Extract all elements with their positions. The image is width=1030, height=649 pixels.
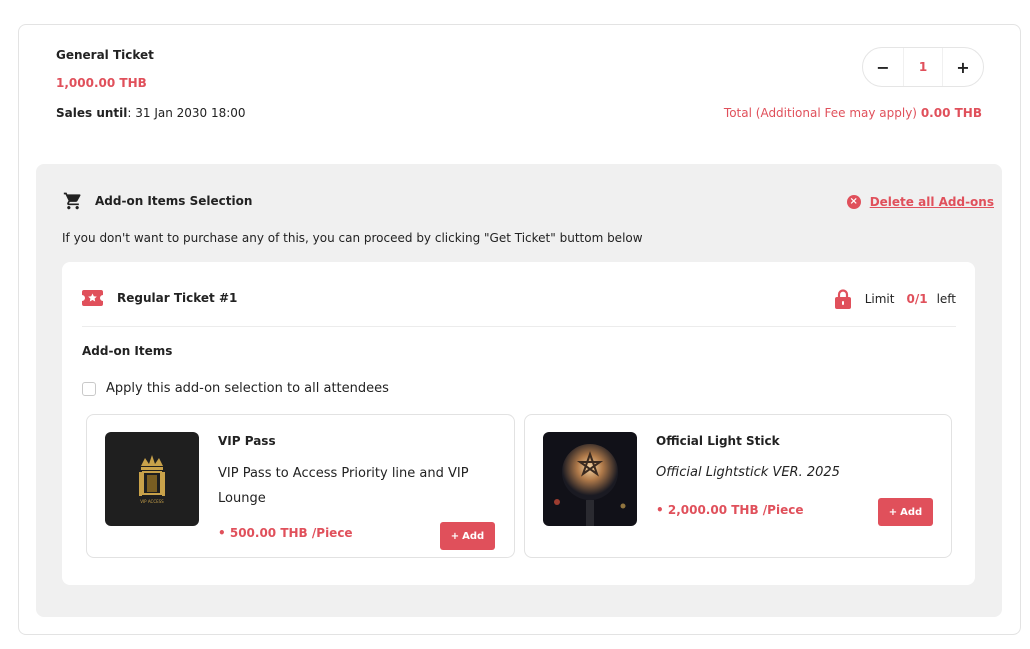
total-amount: Total (Additional Fee may apply) 0.00 TH… [724,106,982,120]
add-label: Add [900,506,923,518]
ticket-icon [82,290,103,306]
limit-indicator: Limit 0/1 left [834,289,956,309]
addon-title: Add-on Items Selection [95,194,253,208]
addon-header: Add-on Items Selection [63,191,252,211]
attendee-header: Regular Ticket #1 [82,290,237,306]
addon-item-title: VIP Pass [218,434,276,448]
attendee-label: Regular Ticket #1 [117,291,238,305]
addon-hint: If you don't want to purchase any of thi… [62,231,643,245]
sales-until-label: Sales until [56,106,128,120]
decrement-button[interactable]: − [863,48,903,86]
sales-until-value: : 31 Jan 2030 18:00 [127,106,246,120]
ticket-card: General Ticket 1,000.00 THB Sales until:… [18,24,1021,635]
total-label: Total (Additional Fee may apply) [723,106,917,120]
plus-icon: + [450,530,460,542]
ticket-price: 1,000.00 THB [56,76,147,90]
vip-pass-image: VIP ACCESS [105,432,199,526]
light-stick-thumbnail [543,432,637,526]
add-label: Add [462,530,485,542]
quantity-stepper: − 1 + [862,47,984,87]
addon-panel: Add-on Items Selection × Delete all Add-… [36,164,1002,617]
addon-item-price: • 2,000.00 THB /Piece [656,503,804,517]
divider [82,326,956,327]
addon-item-title: Official Light Stick [656,434,780,448]
limit-suffix: left [936,292,956,306]
vip-pass-thumbnail: VIP ACCESS [105,432,199,526]
light-stick-image [543,432,637,526]
plus-icon: + [888,506,898,518]
total-value: 0.00 THB [920,106,982,120]
add-vip-pass-button[interactable]: + Add [440,522,495,550]
apply-all-label: Apply this add-on selection to all atten… [106,381,389,396]
delete-all-label: Delete all Add-ons [869,195,994,209]
delete-all-addons-link[interactable]: × Delete all Add-ons [846,195,994,209]
add-light-stick-button[interactable]: + Add [878,498,933,526]
addon-item-description: VIP Pass to Access Priority line and VIP… [218,466,469,506]
attendee-addon-card: Regular Ticket #1 Limit 0/1 left Add-on … [62,262,975,585]
increment-button[interactable]: + [943,48,983,86]
apply-all-checkbox-row[interactable]: Apply this add-on selection to all atten… [82,381,389,396]
addon-item-card: Official Light Stick Official Lightstick… [524,414,952,558]
lock-icon [834,289,851,309]
limit-label: Limit [864,292,895,306]
sales-until: Sales until: 31 Jan 2030 18:00 [56,106,246,120]
vip-thumb-text: VIP ACCESS [140,499,164,504]
quantity-value[interactable]: 1 [903,48,943,86]
addon-item-card: VIP ACCESS VIP Pass VIP Pass to Access P… [86,414,515,558]
addon-item-description: Official Lightstick VER. 2025 [656,465,840,480]
limit-value: 0/1 [906,292,928,306]
addon-item-price: • 500.00 THB /Piece [218,526,353,540]
apply-all-checkbox[interactable] [82,381,96,396]
ticket-name: General Ticket [56,48,154,62]
close-circle-icon: × [846,195,861,209]
addon-items-title: Add-on Items [82,344,173,358]
cart-icon [63,192,81,210]
